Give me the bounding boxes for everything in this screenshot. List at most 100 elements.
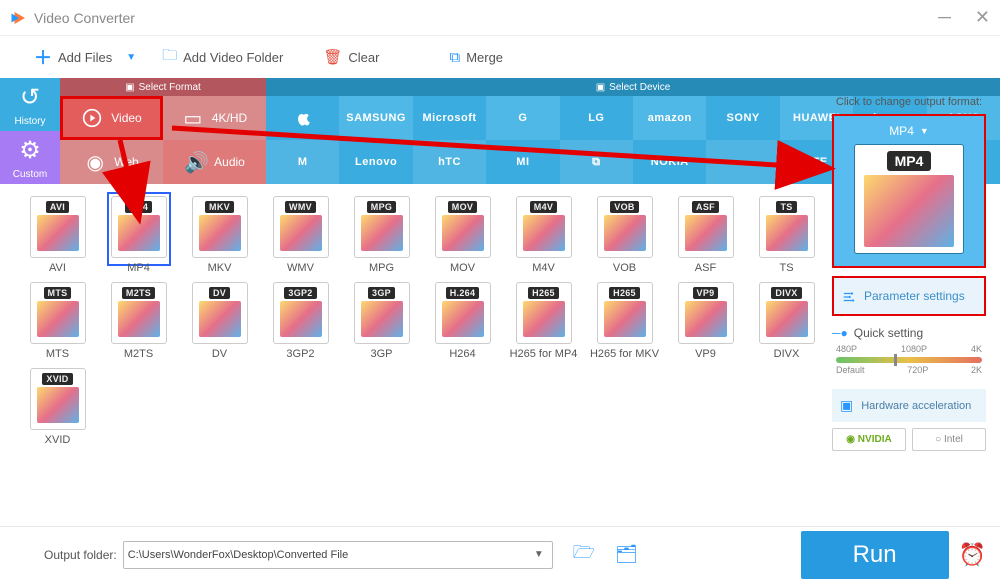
device-brand-apple[interactable] xyxy=(266,96,339,140)
slider-handle[interactable] xyxy=(894,354,897,366)
quality-label: 4K xyxy=(971,344,982,354)
alarm-button[interactable]: ⏰ xyxy=(959,542,986,568)
format-badge: DV xyxy=(209,287,230,299)
format-item-h265-for-mp4[interactable]: H265H265 for MP4 xyxy=(504,282,583,360)
format-item-vob[interactable]: VOBVOB xyxy=(585,196,664,274)
video-category[interactable]: Video xyxy=(60,96,163,140)
format-caption: DIVX xyxy=(747,348,826,360)
chevron-down-icon[interactable]: ▼ xyxy=(530,549,548,560)
format-caption: WMV xyxy=(261,262,340,274)
format-caption: 3GP2 xyxy=(261,348,340,360)
device-brand-NOKIA[interactable]: NOKIA xyxy=(633,140,706,184)
sliders-icon xyxy=(842,288,856,304)
device-brand-SAMSUNG[interactable]: SAMSUNG xyxy=(339,96,412,140)
intel-label: Intel xyxy=(944,434,963,445)
device-brand-amazon[interactable]: amazon xyxy=(633,96,706,140)
format-item-m4v[interactable]: M4VM4V xyxy=(504,196,583,274)
format-item-h265-for-mkv[interactable]: H265H265 for MKV xyxy=(585,282,664,360)
format-caption: MTS xyxy=(18,348,97,360)
open-folder-button[interactable]: 🗁 xyxy=(573,540,595,570)
thumbnail-icon xyxy=(118,215,160,251)
format-item-mts[interactable]: MTSMTS xyxy=(18,282,97,360)
browse-folder-button[interactable]: 🗂 xyxy=(615,544,638,565)
app-title: Video Converter xyxy=(34,10,135,26)
parameter-settings-button[interactable]: Parameter settings xyxy=(832,276,986,316)
audio-category[interactable]: 🔊 Audio xyxy=(163,140,266,184)
add-folder-button[interactable]: 🗀 Add Video Folder xyxy=(162,45,283,70)
hd-category[interactable]: ▭ 4K/HD xyxy=(163,96,266,140)
format-caption: TS xyxy=(747,262,826,274)
format-file-icon: MOV xyxy=(435,196,491,258)
format-item-h264[interactable]: H.264H264 xyxy=(423,282,502,360)
thumbnail-icon xyxy=(442,215,484,251)
title-bar: Video Converter ─ ✕ xyxy=(0,0,1000,36)
chevron-down-icon[interactable]: ▼ xyxy=(126,52,136,63)
thumbnail-icon xyxy=(523,301,565,337)
custom-tab[interactable]: ⚙ Custom xyxy=(0,131,60,184)
intel-chip[interactable]: ○ Intel xyxy=(912,428,986,451)
device-brand-hTC[interactable]: hTC xyxy=(413,140,486,184)
format-item-mov[interactable]: MOVMOV xyxy=(423,196,502,274)
format-caption: MKV xyxy=(180,262,259,274)
thumbnail-icon xyxy=(199,301,241,337)
device-brand-⧉[interactable]: ⧉ xyxy=(560,140,633,184)
quality-label: 2K xyxy=(971,365,982,375)
format-item-mpg[interactable]: MPGMPG xyxy=(342,196,421,274)
device-brand-Microsoft[interactable]: Microsoft xyxy=(413,96,486,140)
play-circle-icon xyxy=(81,107,103,130)
format-item-dv[interactable]: DVDV xyxy=(180,282,259,360)
format-panel-header: ▣ Select Format xyxy=(60,78,266,96)
device-brand-Lenovo[interactable]: Lenovo xyxy=(339,140,412,184)
format-item-xvid[interactable]: XVID XVID xyxy=(18,368,97,446)
history-tab[interactable]: ↺ History xyxy=(0,78,60,131)
chevron-down-icon[interactable]: ▼ xyxy=(920,126,929,136)
format-file-icon: H.264 xyxy=(435,282,491,344)
output-folder-field[interactable]: C:\Users\WonderFox\Desktop\Converted Fil… xyxy=(123,541,553,569)
format-item-divx[interactable]: DIVXDIVX xyxy=(747,282,826,360)
hd-icon: ▭ xyxy=(182,106,204,131)
format-file-icon: AVI xyxy=(30,196,86,258)
thumbnail-icon xyxy=(685,215,727,251)
format-header-icon: ▣ xyxy=(125,82,134,93)
format-item-asf[interactable]: ASFASF xyxy=(666,196,745,274)
format-item-vp9[interactable]: VP9VP9 xyxy=(666,282,745,360)
merge-button[interactable]: ⧉ Merge xyxy=(449,49,503,66)
quality-bar[interactable] xyxy=(836,357,982,363)
device-brand-apple[interactable] xyxy=(706,140,779,184)
format-item-mp4[interactable]: MP4MP4 xyxy=(99,196,178,274)
output-format-card[interactable]: MP4 ▼ MP4 xyxy=(832,114,986,268)
output-hint: Click to change output format: xyxy=(832,96,986,108)
format-item-ts[interactable]: TSTS xyxy=(747,196,826,274)
thumbnail-icon xyxy=(864,175,954,247)
thumbnail-icon xyxy=(361,301,403,337)
quality-slider[interactable]: 480P 1080P 4K Default 720P 2K xyxy=(836,344,982,375)
format-caption: XVID xyxy=(18,434,97,446)
format-item-3gp2[interactable]: 3GP23GP2 xyxy=(261,282,340,360)
close-button[interactable]: ✕ xyxy=(975,7,990,28)
format-badge: XVID xyxy=(42,373,72,385)
device-brand-MI[interactable]: MI xyxy=(486,140,559,184)
device-brand-M[interactable]: M xyxy=(266,140,339,184)
hardware-acceleration-label: Hardware acceleration xyxy=(861,400,971,412)
device-brand-G[interactable]: G xyxy=(486,96,559,140)
add-files-button[interactable]: ＋ Add Files ▼ xyxy=(34,44,136,70)
format-item-3gp[interactable]: 3GP3GP xyxy=(342,282,421,360)
web-category[interactable]: ◉ Web xyxy=(60,140,163,184)
device-brand-SONY[interactable]: SONY xyxy=(706,96,779,140)
format-item-m2ts[interactable]: M2TSM2TS xyxy=(99,282,178,360)
format-item-avi[interactable]: AVIAVI xyxy=(18,196,97,274)
clear-button[interactable]: 🗑 Clear xyxy=(323,48,379,66)
hardware-acceleration-button[interactable]: ▣ Hardware acceleration xyxy=(832,389,986,422)
chip-icon: ▣ xyxy=(840,397,853,414)
run-button[interactable]: Run xyxy=(801,531,949,579)
format-badge: M2TS xyxy=(122,287,155,299)
device-brand-LG[interactable]: LG xyxy=(560,96,633,140)
side-tabs: ↺ History ⚙ Custom xyxy=(0,78,60,184)
format-panel: ▣ Select Format Video ▭ 4K/HD ◉ W xyxy=(60,78,266,184)
format-item-wmv[interactable]: WMVWMV xyxy=(261,196,340,274)
nvidia-chip[interactable]: ◉ NVIDIA xyxy=(832,428,906,451)
nvidia-icon: ◉ xyxy=(846,434,858,445)
format-badge: 3GP xyxy=(368,287,395,299)
format-item-mkv[interactable]: MKVMKV xyxy=(180,196,259,274)
minimize-button[interactable]: ─ xyxy=(938,7,951,28)
